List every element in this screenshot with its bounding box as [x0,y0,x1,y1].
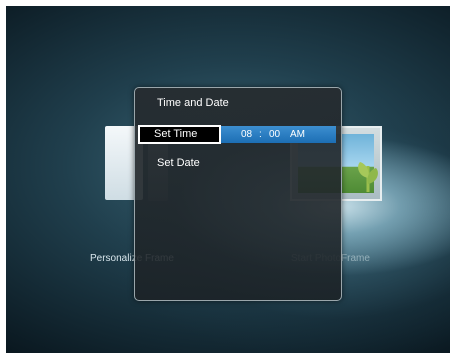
minute-field[interactable]: 00 [269,129,280,140]
ampm-field[interactable]: AM [290,129,305,140]
set-date-menu-item[interactable]: Set Date [157,157,200,169]
plant-icon [358,162,378,192]
hour-field[interactable]: 08 [241,129,252,140]
time-separator: : [259,129,262,140]
photoframe-screen: Personalize Frame Start PhotoFrame Time … [6,6,450,353]
dialog-title: Time and Date [157,97,229,109]
time-date-dialog: Time and Date Set Time 08 : 00 AM Set Da… [134,87,342,301]
set-time-label: Set Time [154,128,198,140]
